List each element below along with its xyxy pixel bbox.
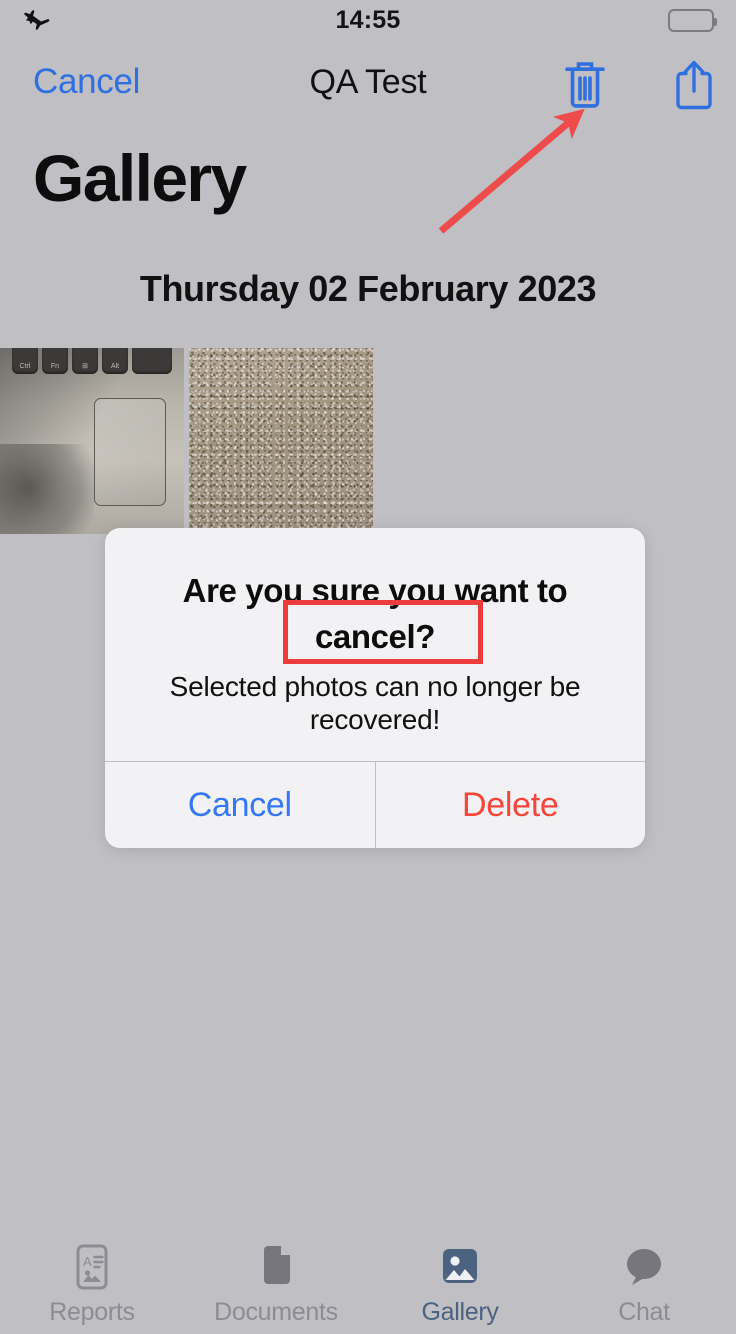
photo-thumbnail[interactable]: Ctrl Fn ⊞ Alt [0, 348, 184, 534]
alert-delete-button[interactable]: Delete [376, 762, 646, 848]
status-bar: 14:55 [0, 0, 736, 40]
annotation-highlight-box [283, 600, 483, 664]
page-title: Gallery [33, 141, 247, 215]
key-win: ⊞ [72, 348, 98, 374]
confirm-delete-dialog: Are you sure you want to cancel? Selecte… [105, 528, 645, 848]
tab-item-gallery[interactable]: Gallery [368, 1230, 552, 1334]
battery-full-icon [668, 8, 717, 32]
tab-label-reports: Reports [49, 1298, 135, 1326]
tab-item-documents[interactable]: Documents [184, 1230, 368, 1334]
documents-icon [251, 1242, 301, 1292]
photo-thumbnail[interactable] [189, 348, 373, 534]
photo-grid: Ctrl Fn ⊞ Alt [0, 348, 736, 534]
nav-bar: Cancel QA Test [0, 48, 736, 122]
date-section-header: Thursday 02 February 2023 [139, 268, 597, 309]
photo-shadow [0, 444, 94, 534]
nav-title: QA Test [309, 63, 427, 101]
share-icon[interactable] [672, 58, 716, 112]
alert-button-row: Cancel Delete [105, 761, 645, 848]
key-fn: Fn [42, 348, 68, 374]
tab-bar: A Reports Documents Gallery Chat [0, 1230, 736, 1334]
gallery-icon [435, 1242, 485, 1292]
tab-label-documents: Documents [214, 1298, 338, 1326]
reports-icon: A [67, 1242, 117, 1292]
alert-cancel-button[interactable]: Cancel [105, 762, 376, 848]
status-bar-time: 14:55 [335, 6, 401, 34]
tab-item-chat[interactable]: Chat [552, 1230, 736, 1334]
tab-item-reports[interactable]: A Reports [0, 1230, 184, 1334]
key-alt: Alt [102, 348, 128, 374]
chat-icon [619, 1242, 669, 1292]
svg-text:A: A [83, 1254, 92, 1269]
alert-message: Selected photos can no longer be recover… [169, 671, 581, 735]
trash-icon[interactable] [563, 60, 607, 110]
airplane-mode-icon [22, 5, 52, 35]
tab-label-chat: Chat [618, 1298, 670, 1326]
tab-label-gallery: Gallery [421, 1298, 499, 1326]
key-ctrl: Ctrl [12, 348, 38, 374]
trackpad-shape [94, 398, 166, 506]
key-space [132, 348, 172, 374]
keyboard-keys: Ctrl Fn ⊞ Alt [12, 348, 172, 374]
